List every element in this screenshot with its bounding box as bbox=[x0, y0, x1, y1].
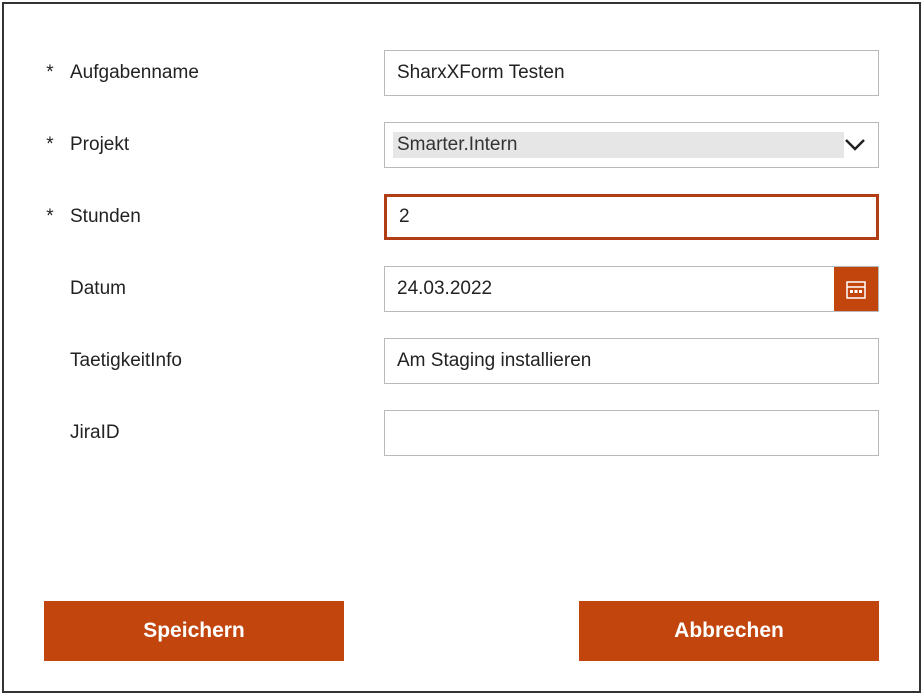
field-col bbox=[384, 266, 879, 312]
label-col: * Aufgabenname bbox=[44, 62, 384, 84]
label-col: JiraID bbox=[44, 422, 384, 444]
field-col bbox=[384, 338, 879, 384]
field-col bbox=[384, 410, 879, 456]
row-taetigkeit: TaetigkeitInfo bbox=[44, 338, 879, 384]
datum-input[interactable] bbox=[385, 267, 834, 311]
label-col: Datum bbox=[44, 278, 384, 300]
label-aufgabenname: Aufgabenname bbox=[70, 62, 199, 84]
label-datum: Datum bbox=[70, 278, 126, 300]
label-col: * Projekt bbox=[44, 134, 384, 156]
label-col: TaetigkeitInfo bbox=[44, 350, 384, 372]
row-aufgabenname: * Aufgabenname bbox=[44, 50, 879, 96]
row-stunden: * Stunden bbox=[44, 194, 879, 240]
form-dialog: * Aufgabenname * Projekt Smarter.Intern bbox=[2, 2, 921, 693]
required-marker: * bbox=[44, 206, 56, 228]
required-marker: * bbox=[44, 134, 56, 156]
stunden-input[interactable] bbox=[384, 194, 879, 240]
label-stunden: Stunden bbox=[70, 206, 141, 228]
label-jiraid: JiraID bbox=[70, 422, 120, 444]
datum-field bbox=[384, 266, 879, 312]
calendar-icon bbox=[846, 279, 866, 299]
row-datum: Datum bbox=[44, 266, 879, 312]
aufgabenname-input[interactable] bbox=[384, 50, 879, 96]
button-row: Speichern Abbrechen bbox=[44, 581, 879, 661]
row-projekt: * Projekt Smarter.Intern bbox=[44, 122, 879, 168]
field-col: Smarter.Intern bbox=[384, 122, 879, 168]
taetigkeit-input[interactable] bbox=[384, 338, 879, 384]
chevron-down-icon bbox=[844, 138, 866, 152]
row-jiraid: JiraID bbox=[44, 410, 879, 456]
save-button[interactable]: Speichern bbox=[44, 601, 344, 661]
cancel-button[interactable]: Abbrechen bbox=[579, 601, 879, 661]
label-taetigkeit: TaetigkeitInfo bbox=[70, 350, 182, 372]
field-col bbox=[384, 50, 879, 96]
projekt-select[interactable]: Smarter.Intern bbox=[384, 122, 879, 168]
form: * Aufgabenname * Projekt Smarter.Intern bbox=[44, 50, 879, 456]
calendar-button[interactable] bbox=[834, 267, 878, 311]
label-projekt: Projekt bbox=[70, 134, 129, 156]
required-marker: * bbox=[44, 62, 56, 84]
projekt-selected-value: Smarter.Intern bbox=[393, 132, 844, 159]
label-col: * Stunden bbox=[44, 206, 384, 228]
jiraid-input[interactable] bbox=[384, 410, 879, 456]
field-col bbox=[384, 194, 879, 240]
